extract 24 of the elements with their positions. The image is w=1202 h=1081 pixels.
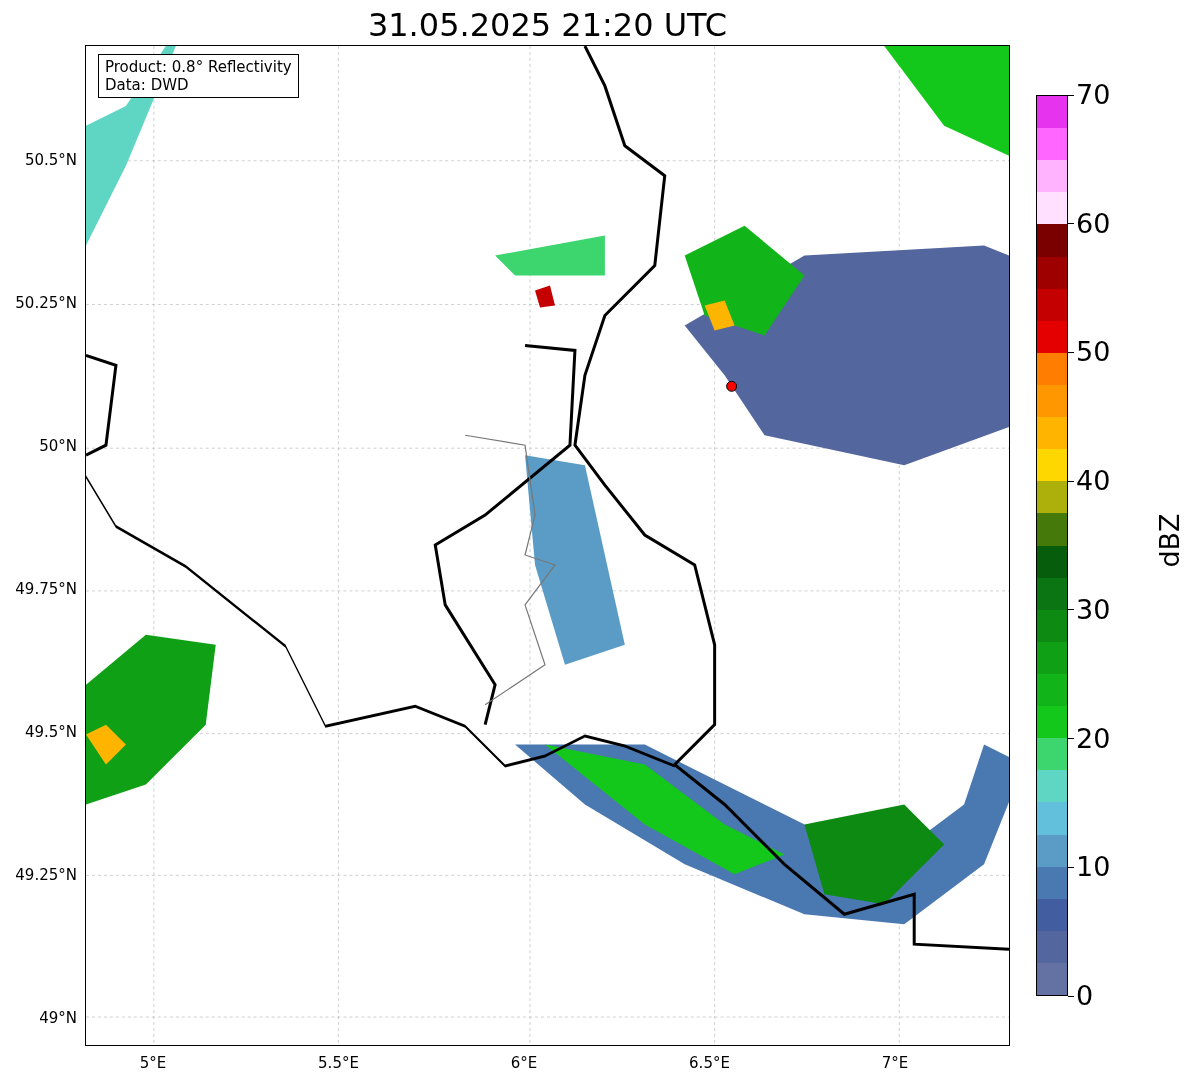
longitude-label: 5°E bbox=[139, 1054, 167, 1072]
longitude-label: 6.5°E bbox=[689, 1054, 730, 1072]
latitude-label: 50°N bbox=[39, 437, 77, 455]
colorbar-tick-label: 20 bbox=[1076, 722, 1111, 755]
legend-text: Data: DWD bbox=[105, 76, 190, 94]
latitude-label: 49.5°N bbox=[24, 723, 77, 741]
colorbar-tick-label: 50 bbox=[1076, 336, 1111, 369]
colorbar-tick-label: 0 bbox=[1076, 980, 1094, 1012]
chart-title: 31.05.2025 21:20 UTC bbox=[367, 5, 728, 44]
colorbar-tick-label: 10 bbox=[1076, 851, 1111, 884]
latitude-label: 49.75°N bbox=[15, 580, 77, 598]
colorbar-tick-label: 70 bbox=[1076, 79, 1111, 111]
colorbar-label: dBZ bbox=[1153, 513, 1185, 568]
latitude-label: 49°N bbox=[39, 1009, 77, 1027]
latitude-label: 50.5°N bbox=[24, 151, 77, 169]
longitude-label: 5.5°E bbox=[318, 1054, 359, 1072]
colorbar-tick-label: 30 bbox=[1076, 593, 1111, 626]
latitude-label: 49.25°N bbox=[15, 866, 77, 884]
colorbar-tick-label: 40 bbox=[1076, 465, 1111, 498]
longitude-label: 7°E bbox=[881, 1054, 909, 1072]
latitude-label: 50.25°N bbox=[15, 294, 77, 312]
legend-text: Product: 0.8° Reflectivity bbox=[105, 58, 292, 76]
longitude-label: 6°E bbox=[510, 1054, 538, 1072]
colorbar-tick-label: 60 bbox=[1076, 207, 1111, 240]
